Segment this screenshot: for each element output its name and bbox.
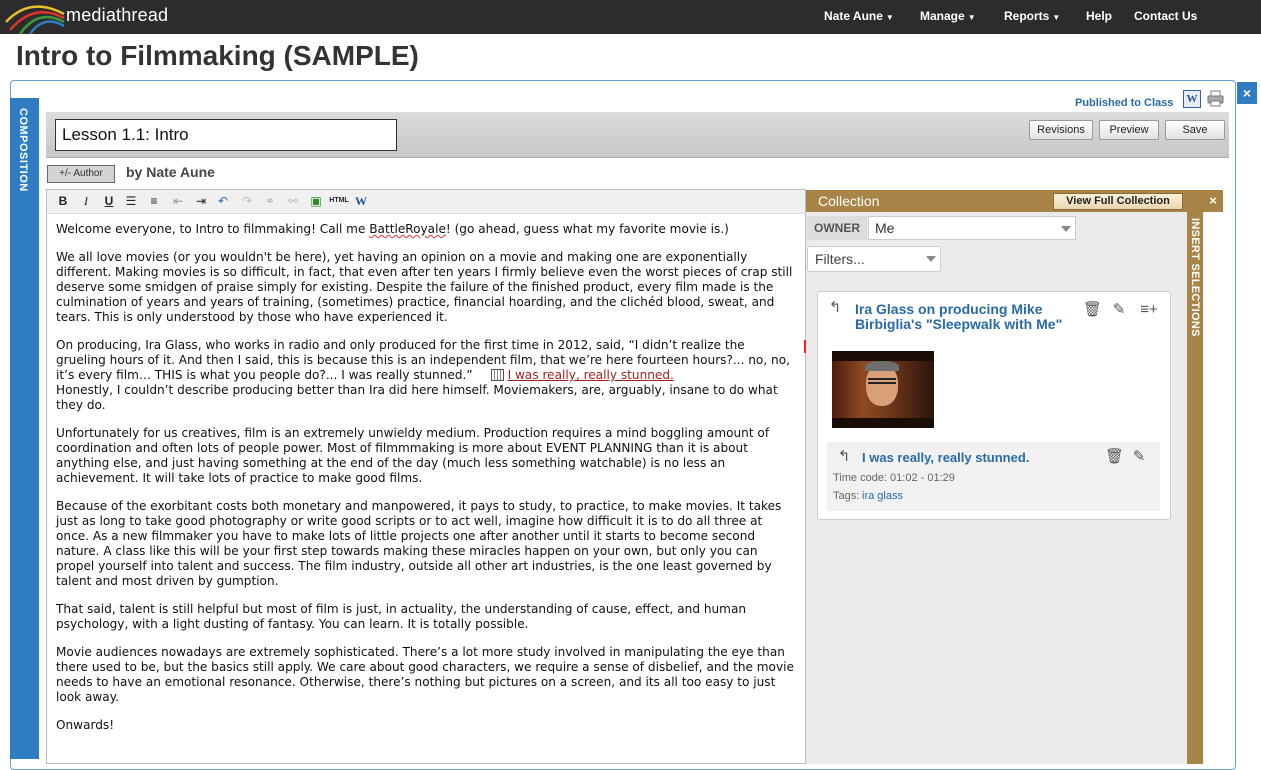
filters-select[interactable]: Filters...	[807, 246, 941, 272]
edit-selection-icon[interactable]: ✎	[1130, 448, 1148, 466]
composition-tab-label: COMPOSITION	[17, 108, 29, 192]
paragraph: On producing, Ira Glass, who works in ra…	[56, 338, 798, 413]
chevron-down-icon	[1061, 226, 1071, 232]
close-collection-icon[interactable]: ×	[1203, 190, 1223, 212]
thumbnail-hair	[865, 361, 899, 371]
owner-label: OWNER	[807, 216, 867, 240]
tag-link[interactable]: ira glass	[862, 490, 903, 502]
author-byline: by Nate Aune	[126, 164, 215, 180]
thumbnail-glasses	[868, 378, 896, 384]
nav-user-menu[interactable]: Nate Aune ▼	[824, 9, 894, 23]
preview-button[interactable]: Preview	[1099, 120, 1159, 140]
app-name: mediathread	[66, 5, 169, 25]
paragraph: Unfortunately for us creatives, film is …	[56, 426, 770, 485]
text: Welcome everyone, to Intro to filmmaking…	[56, 222, 370, 236]
tags-label: Tags:	[833, 490, 860, 502]
save-button[interactable]: Save	[1165, 120, 1225, 140]
image-icon[interactable]: ▣	[308, 193, 324, 209]
chevron-down-icon: ▼	[967, 13, 976, 22]
nav-label: Nate Aune	[824, 9, 883, 23]
paragraph: Onwards!	[56, 718, 115, 732]
nav-contact-link[interactable]: Contact Us	[1134, 9, 1197, 23]
nav-manage-menu[interactable]: Manage ▼	[920, 9, 976, 23]
nav-reports-menu[interactable]: Reports ▼	[1004, 9, 1060, 23]
insert-selections-tab[interactable]: INSERT SELECTIONS	[1187, 212, 1203, 764]
composition-title-input[interactable]	[55, 119, 397, 151]
link-icon[interactable]: ⚭	[262, 193, 278, 209]
print-icon[interactable]	[1207, 90, 1224, 107]
nav-help-link[interactable]: Help	[1086, 9, 1112, 23]
indent-icon[interactable]: ⇥	[193, 193, 209, 209]
nav-label: Contact Us	[1134, 9, 1198, 23]
filters-placeholder: Filters...	[815, 251, 865, 267]
mediathread-logo[interactable]: mediathread	[0, 0, 180, 35]
page-title: Intro to Filmmaking (SAMPLE)	[16, 40, 419, 71]
paragraph: That said, talent is still helpful but m…	[56, 602, 747, 631]
trash-icon[interactable]: 🗑	[1105, 448, 1124, 466]
film-clip-icon	[490, 369, 504, 381]
redo-icon[interactable]: ↷	[239, 193, 255, 209]
text: On producing, Ira Glass, who works in ra…	[56, 338, 790, 382]
selection-title-link[interactable]: I was really, really stunned.	[862, 450, 1029, 465]
unlink-icon[interactable]: ⚯	[285, 193, 301, 209]
composition-editor[interactable]: Welcome everyone, to Intro to filmmaking…	[56, 222, 798, 746]
nav-label: Help	[1086, 9, 1113, 23]
edit-item-icon[interactable]: ✎	[1110, 301, 1128, 319]
nav-label: Reports	[1004, 9, 1050, 23]
underline-icon[interactable]: U	[101, 193, 117, 209]
chevron-down-icon	[926, 256, 936, 262]
misspelled-word: BattleRoyale	[369, 222, 446, 236]
item-title-link[interactable]: Ira Glass on producing Mike Birbiglia's …	[855, 302, 1075, 332]
logo-swirl-icon	[5, 5, 65, 35]
collection-title: Collection	[818, 193, 880, 209]
italic-icon[interactable]: I	[78, 193, 94, 209]
text: ! (go ahead, guess what my favorite movi…	[445, 222, 729, 236]
undo-icon[interactable]: ↶	[215, 193, 231, 209]
citation-link[interactable]: I was really, really stunned.	[508, 368, 674, 382]
paragraph: Welcome everyone, to Intro to filmmaking…	[56, 222, 798, 237]
revisions-button[interactable]: Revisions	[1029, 120, 1093, 140]
paragraph: Movie audiences nowadays are extremely s…	[56, 645, 794, 704]
toggle-author-button[interactable]: +/- Author	[47, 165, 115, 183]
word-paste-icon[interactable]: W	[353, 193, 369, 209]
chevron-down-icon: ▼	[1052, 13, 1061, 22]
view-full-collection-button[interactable]: View Full Collection	[1053, 193, 1183, 210]
insert-selections-label: INSERT SELECTIONS	[1189, 218, 1201, 337]
numbered-list-icon[interactable]: ≡	[146, 193, 162, 209]
bold-icon[interactable]: B	[55, 193, 71, 209]
owner-value: Me	[875, 220, 895, 236]
selection-timecode: Time code: 01:02 - 01:29	[833, 472, 955, 484]
owner-select[interactable]: Me	[868, 216, 1076, 240]
composition-tab[interactable]: COMPOSITION	[10, 98, 39, 759]
outdent-icon[interactable]: ⇤	[170, 193, 186, 209]
paragraph: We all love movies (or you wouldn't be h…	[56, 250, 793, 324]
insert-item-icon[interactable]: ↰	[826, 299, 844, 317]
item-thumbnail[interactable]	[832, 351, 934, 428]
close-composition-icon[interactable]: ×	[1237, 82, 1257, 104]
top-nav-bar: mediathread Nate Aune ▼ Manage ▼ Reports ▼ …	[0, 0, 1261, 35]
word-export-icon[interactable]: W	[1183, 90, 1201, 108]
published-status-link[interactable]: Published to Class	[1075, 97, 1173, 109]
text: Honestly, I couldn’t describe producing …	[56, 383, 778, 412]
bullet-list-icon[interactable]: ☰	[123, 193, 139, 209]
add-to-list-icon[interactable]: ≡+	[1138, 301, 1160, 319]
html-icon[interactable]: HTML	[329, 193, 349, 209]
nav-label: Manage	[920, 9, 965, 23]
insert-selection-icon[interactable]: ↰	[835, 448, 853, 466]
paragraph: Because of the exorbitant costs both mon…	[56, 499, 782, 588]
trash-icon[interactable]: 🗑	[1083, 301, 1102, 319]
chevron-down-icon: ▼	[885, 13, 894, 22]
